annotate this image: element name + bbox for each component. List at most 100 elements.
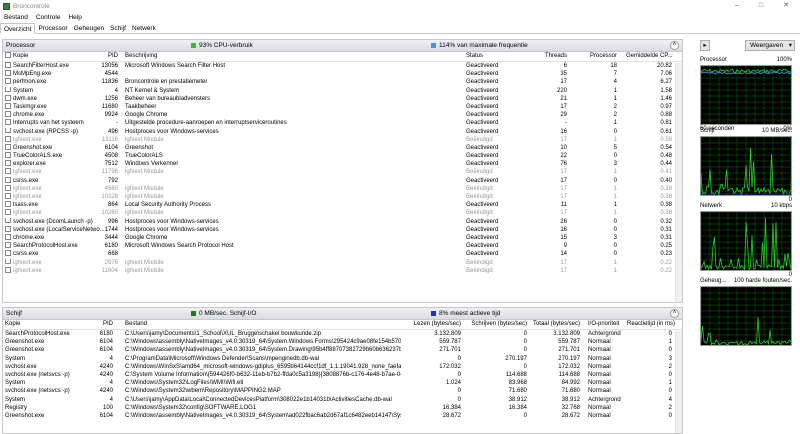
close-button[interactable]: ✕: [774, 0, 798, 12]
row-checkbox[interactable]: [5, 152, 11, 158]
tab-netwerk[interactable]: Netwerk: [129, 23, 159, 34]
table-row[interactable]: System 4 C:\Users\jamy\AppData\Local\Conne…: [3, 396, 682, 404]
col-kopie[interactable]: Kopie: [13, 53, 28, 59]
table-row[interactable]: SearchFilterHost.exe 13056 Microsoft Windo…: [3, 62, 682, 70]
table-row[interactable]: lsass.exe 864 Local Security Authority Pro…: [3, 201, 682, 209]
collapse-disk-button[interactable]: ˄: [670, 309, 679, 318]
row-checkbox[interactable]: [5, 184, 11, 191]
table-row[interactable]: svchost.exe (LocalServiceNetwo... 1744 Hos…: [3, 225, 682, 234]
table-row[interactable]: svchost.exe (DcomLaunch -p) 996 Hostproces…: [3, 217, 682, 226]
row-checkbox[interactable]: [5, 258, 11, 265]
table-row[interactable]: SearchProtocolHost.exe 6180 Microsoft Wind…: [3, 242, 682, 250]
menu-help[interactable]: Help: [64, 14, 85, 21]
table-row[interactable]: Registry 100 C:\Windows\System32\config\SO…: [3, 404, 682, 412]
table-row[interactable]: igfxext.exe 11604 igfxext Module Beëindigd 1…: [3, 266, 682, 275]
col-reactietijd[interactable]: Reactietijd (in ms): [627, 320, 675, 328]
table-row[interactable]: igfxext.exe 2976 igfxext Module Beëindigd 17…: [3, 258, 682, 267]
table-row[interactable]: TrueColorALS.exe 4508 TrueColorALS Geactive…: [3, 152, 682, 160]
row-checkbox[interactable]: [5, 193, 11, 199]
row-checkbox[interactable]: [5, 127, 11, 134]
row-checkbox[interactable]: [5, 78, 11, 85]
table-row[interactable]: Greenshot.exe 6104 Greenshot Geactiveerd 10 5…: [3, 143, 682, 152]
col-pid[interactable]: PID: [83, 52, 118, 60]
disk-header[interactable]: Schijf 0 MB/sec. Schijf-I/O 8% meest act…: [3, 308, 682, 320]
table-row[interactable]: System 4 NT Kernel & System Geactiveerd 220 1…: [3, 86, 682, 95]
table-row[interactable]: igfxext.exe 10328 igfxext Module Beëindigd 1…: [3, 193, 682, 201]
processor-header[interactable]: Processor 93% CPU-verbruik 114% van maxi…: [3, 40, 682, 52]
row-checkbox[interactable]: [5, 119, 11, 126]
table-row[interactable]: igfxext.exe 11796 igfxext Module Beëindigd 1…: [3, 168, 682, 176]
row-checkbox[interactable]: [5, 135, 11, 142]
col-lezen[interactable]: Lezen (bytes/sec): [399, 320, 461, 328]
col-beschrijving[interactable]: Beschrijving: [125, 52, 157, 60]
tab-overzicht[interactable]: Overzicht: [0, 23, 36, 34]
table-row[interactable]: csrss.exe 668 Geactiveerd 14 0 0.23: [3, 250, 682, 258]
table-row[interactable]: Interrupts van het systeem - Uitgestelde p…: [3, 119, 682, 127]
table-row[interactable]: SearchProtocolHost.exe 6180 C:\Users\jamy\…: [3, 330, 682, 338]
table-row[interactable]: Greenshot.exe 6104 C:\Windows\assembly\Nat…: [3, 412, 682, 420]
table-row[interactable]: svchost.exe (RPCSS -p) 496 Hostproces voor…: [3, 127, 682, 136]
table-row[interactable]: chrome.exe 9924 Google Chrome Geactiveerd 29…: [3, 111, 682, 119]
row-checkbox[interactable]: [5, 86, 11, 93]
row-checkbox[interactable]: [5, 217, 11, 224]
row-checkbox[interactable]: [5, 225, 11, 232]
process-name: Greenshot.exe: [5, 412, 45, 419]
table-row[interactable]: svchost.exe (netsvcs -p) 4240 C:\System Vo…: [3, 371, 682, 379]
expand-panel-button[interactable]: ▸: [700, 40, 710, 51]
menu-bestand[interactable]: Bestand: [0, 14, 32, 21]
row-checkbox[interactable]: [5, 242, 11, 249]
table-row[interactable]: Taskmgr.exe 11680 Taakbeheer Geactiveerd 17 2…: [3, 102, 682, 111]
table-row[interactable]: MsMpEng.exe 4544 Geactiveerd 35 7 7.06: [3, 70, 682, 78]
select-all-checkbox[interactable]: [5, 52, 11, 58]
minimize-button[interactable]: –: [725, 0, 749, 12]
table-row[interactable]: dwm.exe 1256 Beheer van bureaubladvensters…: [3, 94, 682, 103]
tab-schijf[interactable]: Schijf: [107, 23, 129, 34]
col-pid[interactable]: PID: [83, 320, 113, 328]
row-checkbox[interactable]: [5, 102, 11, 109]
table-row[interactable]: perfmon.exe 11836 Broncontrole en prestati…: [3, 78, 682, 86]
col-totaal[interactable]: Totaal (bytes/sec): [525, 320, 580, 328]
row-checkbox[interactable]: [5, 168, 11, 175]
views-dropdown[interactable]: Weergaven ▾: [745, 40, 795, 51]
row-checkbox[interactable]: [5, 94, 11, 101]
col-status[interactable]: Status: [466, 52, 483, 60]
col-processor[interactable]: Processor: [573, 52, 617, 60]
tab-geheugen[interactable]: Geheugen: [71, 23, 107, 34]
row-checkbox[interactable]: [5, 70, 11, 77]
row-checkbox[interactable]: [5, 209, 11, 216]
row-checkbox[interactable]: [5, 201, 11, 208]
table-row[interactable]: Greenshot.exe 6104 C:\Windows\assembly\Nat…: [3, 346, 682, 354]
row-checkbox[interactable]: [5, 143, 11, 150]
row-checkbox[interactable]: [5, 62, 11, 68]
table-row[interactable]: svchost.exe (netsvcs -p) 4240 C:\Windows\S…: [3, 387, 682, 395]
tab-processor[interactable]: Processor: [35, 23, 70, 34]
col-gemiddelde[interactable]: Gemiddelde CP...: [626, 52, 674, 60]
col-kopie[interactable]: Kopie: [5, 320, 20, 328]
processor-scrollbar[interactable]: [675, 63, 682, 302]
table-row[interactable]: chrome.exe 3444 Google Chrome Geactiveerd 15…: [3, 233, 682, 242]
col-threads[interactable]: Threads: [523, 52, 567, 60]
row-checkbox[interactable]: [5, 233, 11, 240]
col-schrijven[interactable]: Schrijven (bytes/sec): [461, 320, 527, 328]
table-row[interactable]: igfxext.exe 10260 igfxext Module Beëindigd 1…: [3, 209, 682, 217]
table-row[interactable]: igfxext.exe 4560 igfxext Module Beëindigd 17…: [3, 184, 682, 193]
table-row[interactable]: igfxext.exe 13116 igfxext Module Beëindigd 1…: [3, 135, 682, 144]
col-bestand[interactable]: Bestand: [125, 320, 147, 328]
table-row[interactable]: explorer.exe 7512 Windows Verkenner Geactiv…: [3, 160, 682, 168]
menu-controle[interactable]: Controle: [32, 14, 65, 21]
row-checkbox[interactable]: [5, 266, 11, 273]
table-row[interactable]: Greenshot.exe 6104 C:\Windows\assembly\Nat…: [3, 338, 682, 346]
table-row[interactable]: svchost.exe 4240 C:\Windows\WinSxS\amd64_m…: [3, 363, 682, 371]
table-row[interactable]: System 4 C:\ProgramData\Microsoft\Windows …: [3, 355, 682, 363]
row-checkbox[interactable]: [5, 111, 11, 118]
row-checkbox[interactable]: [5, 160, 11, 167]
table-row[interactable]: System 4 C:\Windows\System32\LogFiles\WMI\…: [3, 379, 682, 387]
row-checkbox[interactable]: [5, 176, 11, 183]
disk-scrollbar[interactable]: [675, 331, 682, 433]
table-row[interactable]: csrss.exe 792 Geactiveerd 17 0 0.40: [3, 176, 682, 185]
row-checkbox[interactable]: [5, 250, 11, 257]
collapse-processor-button[interactable]: ˄: [670, 41, 679, 50]
maximize-button[interactable]: □: [749, 0, 773, 12]
status: Geactiveerd: [466, 243, 499, 250]
status: Geactiveerd: [466, 251, 499, 258]
